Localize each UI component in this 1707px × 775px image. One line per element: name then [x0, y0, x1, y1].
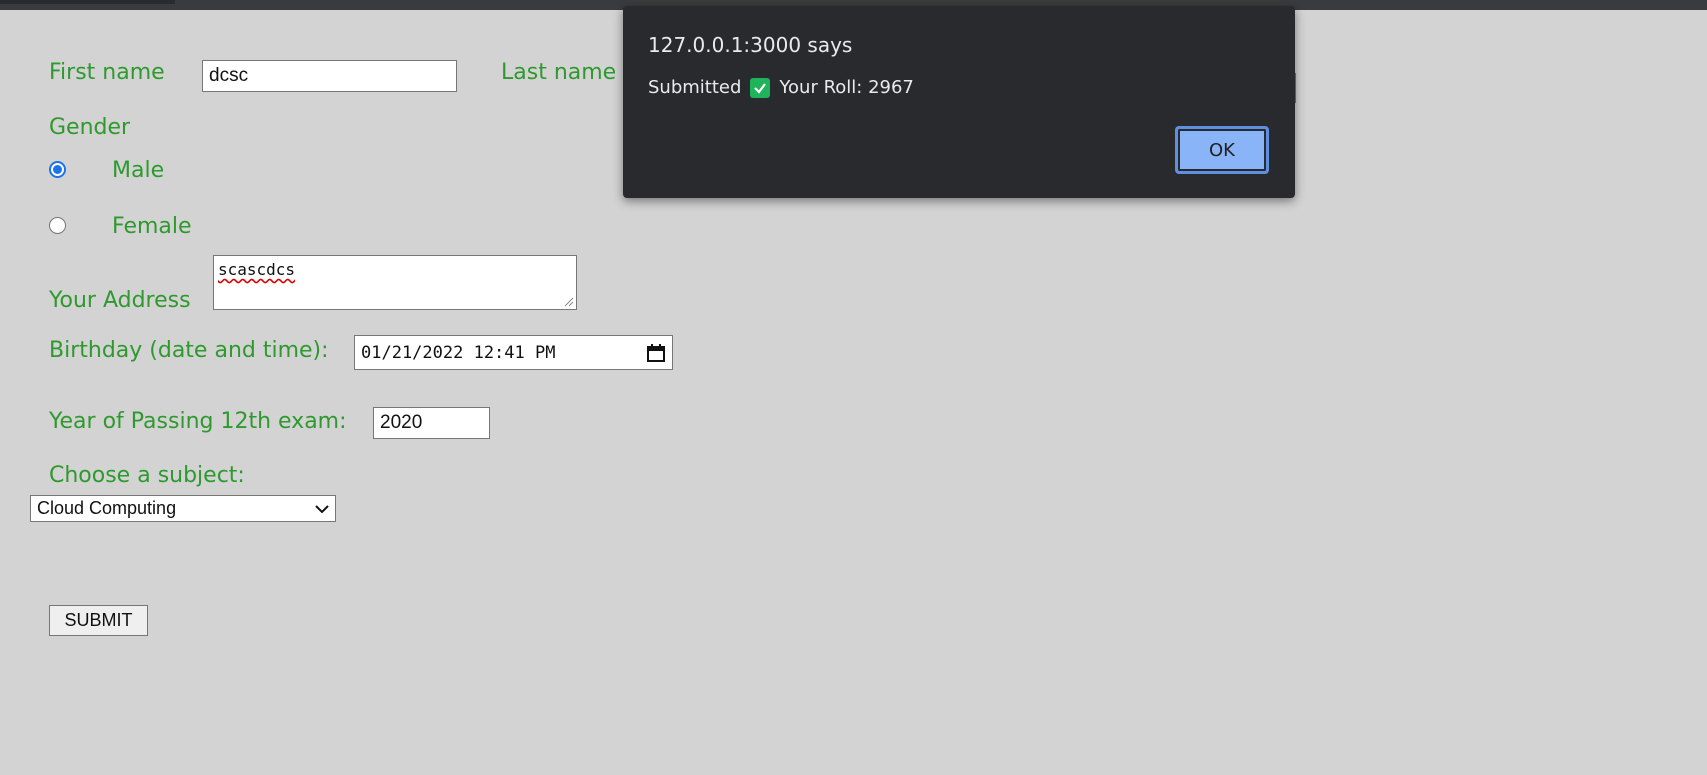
address-textarea[interactable]: scascdcs — [213, 255, 577, 310]
first-name-label: First name — [49, 60, 165, 85]
dialog-message: Submitted Your Roll: 2967 — [648, 77, 914, 98]
dialog-message-prefix: Submitted — [648, 77, 742, 98]
gender-male-label: Male — [112, 158, 165, 183]
white-check-mark-icon — [750, 77, 771, 98]
dialog-title: 127.0.0.1:3000 says — [648, 33, 853, 57]
calendar-icon[interactable] — [646, 343, 666, 363]
year-label: Year of Passing 12th exam: — [49, 409, 347, 434]
birthday-label: Birthday (date and time): — [49, 338, 329, 363]
ok-button[interactable]: OK — [1175, 126, 1269, 174]
gender-female-label: Female — [112, 214, 192, 239]
gender-female-radio[interactable] — [49, 217, 66, 234]
page: First name dcsc Last name Gender Male Fe… — [0, 0, 1707, 775]
gender-male-radio[interactable] — [49, 161, 66, 178]
gender-label: Gender — [49, 115, 131, 140]
birthday-datetime-input[interactable]: 01/21/2022 12:41 PM — [354, 335, 673, 370]
alert-dialog: 127.0.0.1:3000 says Submitted Your Roll:… — [623, 6, 1295, 198]
submit-button[interactable]: SUBMIT — [49, 605, 148, 636]
browser-top-strip-left — [0, 0, 175, 4]
dialog-message-suffix: Your Roll: 2967 — [779, 77, 914, 98]
chevron-down-icon — [315, 504, 329, 513]
last-name-label: Last name — [501, 60, 617, 85]
resize-grip-icon[interactable] — [564, 297, 574, 307]
address-label: Your Address — [49, 288, 191, 313]
first-name-input[interactable]: dcsc — [202, 60, 457, 92]
address-text: scascdcs — [218, 260, 296, 279]
subject-select[interactable]: Cloud Computing — [30, 495, 336, 522]
birthday-value: 01/21/2022 12:41 PM — [361, 342, 556, 363]
subject-label: Choose a subject: — [49, 463, 245, 488]
subject-selected-value: Cloud Computing — [37, 498, 177, 518]
year-input[interactable]: 2020 — [373, 407, 490, 439]
